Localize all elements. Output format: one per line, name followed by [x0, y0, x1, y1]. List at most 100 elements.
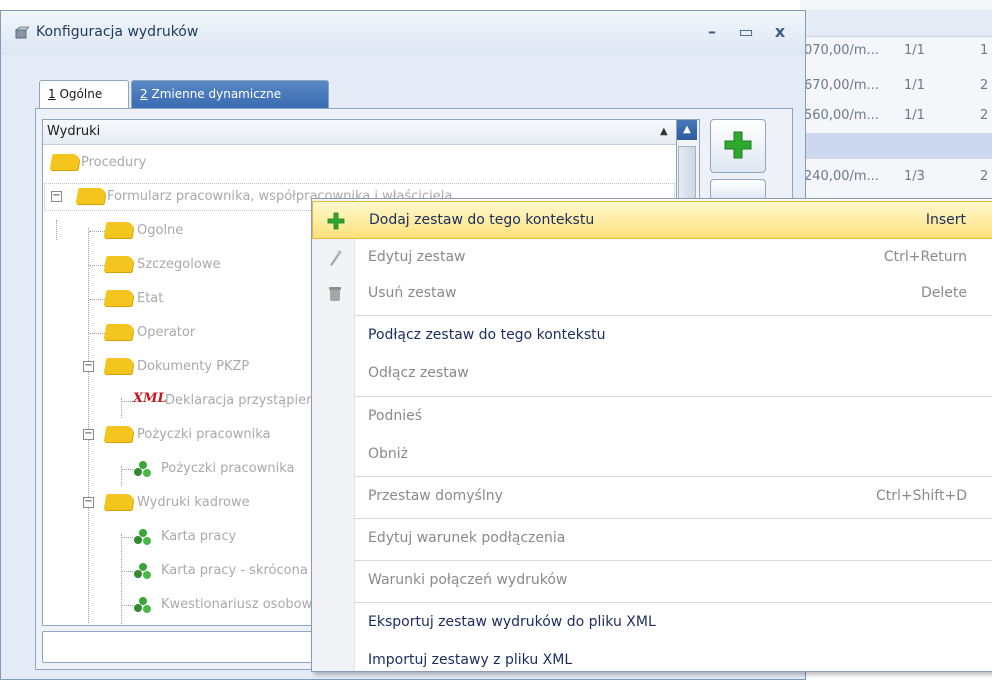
- edit-icon: [330, 250, 342, 266]
- menu-item-connection-conditions[interactable]: Warunki połączeń wydruków: [312, 562, 992, 600]
- table-row-selected[interactable]: [800, 133, 992, 159]
- tab-dynamic-number: 2: [140, 87, 148, 101]
- window-title: Konfiguracja wydruków: [36, 24, 199, 40]
- menu-item-move-down[interactable]: Obniż: [312, 436, 992, 474]
- printout-icon: [134, 529, 151, 545]
- table-cell: 240,00/m...: [804, 169, 879, 184]
- tree-line: [121, 605, 133, 606]
- folder-icon: [103, 494, 135, 510]
- printout-icon: [134, 461, 151, 477]
- tree-line: [121, 571, 133, 572]
- menu-separator: [354, 315, 992, 316]
- add-button[interactable]: [710, 119, 766, 173]
- menu-separator: [354, 518, 992, 519]
- menu-item-delete-set[interactable]: Usuń zestaw Delete: [312, 275, 992, 313]
- tree-header-label: Wydruki: [47, 124, 101, 139]
- folder-icon: [103, 324, 135, 340]
- table-cell: 1/1: [904, 78, 925, 93]
- menu-item-move-up[interactable]: Podnieś: [312, 398, 992, 436]
- maximize-button[interactable]: ▭: [735, 21, 757, 43]
- tree-item-label: Kwestionariusz osobowy: [161, 597, 320, 612]
- menu-item-label: Odłącz zestaw: [368, 365, 469, 381]
- menu-item-detach-set[interactable]: Odłącz zestaw: [312, 355, 992, 393]
- add-icon: [724, 131, 752, 159]
- folder-icon: [103, 358, 135, 374]
- tree-item-label: Szczegolowe: [137, 257, 221, 272]
- collapse-icon: −: [83, 360, 94, 372]
- tree-item-label: Karta pracy - skrócona: [161, 563, 308, 578]
- table-cell: 670,00/m...: [804, 78, 879, 93]
- edit-button[interactable]: [710, 179, 766, 200]
- menu-item-label: Eksportuj zestaw wydruków do pliku XML: [368, 614, 656, 630]
- menu-item-label: Podłącz zestaw do tego kontekstu: [368, 327, 606, 343]
- tab-general[interactable]: 1 Ogólne: [39, 80, 129, 110]
- menu-item-set-default[interactable]: Przestaw domyślny Ctrl+Shift+D: [312, 478, 992, 516]
- menu-item-export-xml[interactable]: Eksportuj zestaw wydruków do pliku XML: [312, 604, 992, 642]
- close-button[interactable]: x: [769, 21, 791, 43]
- table-cell: 1/1: [904, 108, 925, 123]
- menu-item-label: Edytuj warunek podłączenia: [368, 530, 566, 546]
- folder-icon: [103, 290, 135, 306]
- tree-line: [121, 469, 133, 470]
- table-row[interactable]: 070,00/m... 1/1 1: [800, 38, 992, 64]
- folder-icon: [75, 188, 107, 204]
- table-cell: 070,00/m...: [804, 43, 879, 58]
- menu-separator: [354, 560, 992, 561]
- collapse-icon: −: [51, 190, 62, 202]
- tab-general-label: Ogólne: [59, 87, 103, 101]
- tree-item-label: Deklaracja przystąpienia: [165, 393, 326, 408]
- menu-item-add-set[interactable]: Dodaj zestaw do tego kontekstu Insert: [312, 201, 992, 239]
- table-cell: 2: [980, 108, 989, 123]
- printout-icon: [134, 597, 151, 613]
- table-row[interactable]: 560,00/m... 1/1 2: [800, 103, 992, 129]
- table-row[interactable]: 240,00/m... 1/3 2: [800, 164, 992, 190]
- menu-item-shortcut: Insert: [925, 212, 966, 228]
- tab-dynamic-label: Zmienne dynamiczne: [151, 87, 282, 101]
- tree-line: [121, 401, 133, 402]
- folder-icon: [103, 222, 135, 238]
- table-cell: 1: [980, 43, 989, 58]
- minimize-button[interactable]: –: [701, 21, 723, 43]
- menu-item-shortcut: Ctrl+Shift+D: [876, 488, 967, 504]
- collapse-icon: −: [83, 428, 94, 440]
- scroll-up-icon[interactable]: ▲: [677, 120, 697, 140]
- scroll-thumb[interactable]: [678, 146, 696, 206]
- menu-item-label: Usuń zestaw: [368, 285, 457, 301]
- collapse-icon: −: [83, 496, 94, 508]
- tree-column-header[interactable]: Wydruki ▲: [43, 120, 676, 145]
- menu-separator: [354, 476, 992, 477]
- xml-icon: XML: [133, 391, 167, 406]
- menu-item-label: Dodaj zestaw do tego kontekstu: [369, 212, 595, 228]
- tab-dynamic-variables[interactable]: 2 Zmienne dynamiczne: [131, 80, 329, 108]
- tree-item-label: Karta pracy: [161, 529, 237, 544]
- add-icon: [327, 212, 345, 230]
- menu-item-shortcut: Delete: [921, 285, 967, 301]
- tree-line: [89, 299, 105, 300]
- tree-line: [89, 231, 105, 232]
- menu-item-attach-set[interactable]: Podłącz zestaw do tego kontekstu: [312, 317, 992, 355]
- menu-item-label: Podnieś: [368, 408, 423, 424]
- tree-line: [121, 537, 133, 538]
- menu-item-label: Importuj zestawy z pliku XML: [368, 652, 573, 668]
- menu-item-shortcut: Ctrl+Return: [883, 249, 967, 265]
- table-cell: 2: [980, 169, 989, 184]
- tree-line: [89, 333, 105, 334]
- tree-item-label: Wydruki kadrowe: [137, 495, 250, 510]
- tree-item-label: Etat: [137, 291, 164, 306]
- table-cell: 1/1: [904, 43, 925, 58]
- tree-item-procedury[interactable]: Procedury: [43, 148, 676, 178]
- title-bar[interactable]: Konfiguracja wydruków – ▭ x: [1, 11, 805, 55]
- menu-item-label: Przestaw domyślny: [368, 488, 503, 504]
- sort-asc-icon: ▲: [660, 126, 668, 137]
- tree-item-label: Dokumenty PKZP: [137, 359, 250, 374]
- menu-item-edit-condition[interactable]: Edytuj warunek podłączenia: [312, 520, 992, 558]
- folder-icon: [103, 256, 135, 272]
- context-menu: Dodaj zestaw do tego kontekstu Insert Ed…: [311, 198, 992, 672]
- menu-separator: [354, 396, 992, 397]
- menu-item-edit-set[interactable]: Edytuj zestaw Ctrl+Return: [312, 239, 992, 277]
- tree-line: [89, 265, 105, 266]
- delete-icon: [329, 287, 341, 301]
- menu-item-import-xml[interactable]: Importuj zestawy z pliku XML: [312, 642, 992, 671]
- table-row[interactable]: 670,00/m... 1/1 2: [800, 73, 992, 99]
- printout-icon: [134, 563, 151, 579]
